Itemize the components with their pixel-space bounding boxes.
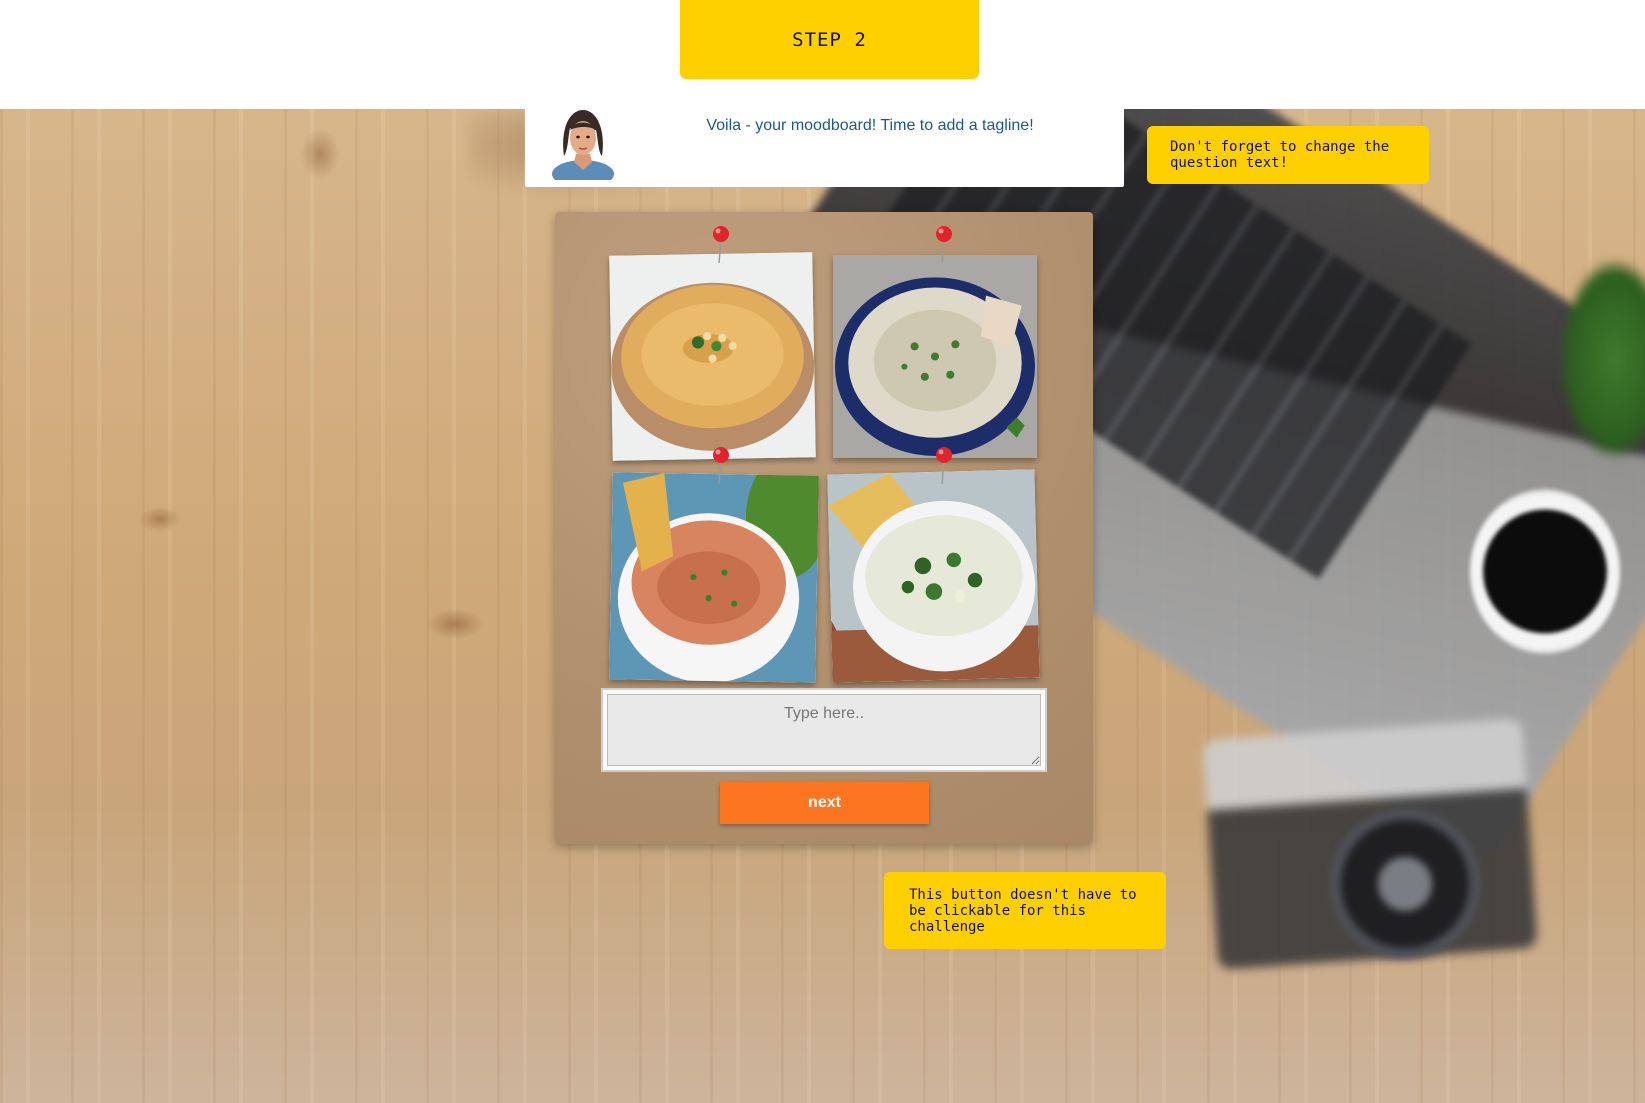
pin-icon bbox=[711, 446, 731, 486]
moodboard-photo-3 bbox=[609, 472, 819, 683]
tagline-input[interactable] bbox=[607, 694, 1041, 766]
next-button[interactable]: next bbox=[720, 782, 929, 824]
pin-icon bbox=[711, 225, 731, 265]
moodboard-photo-2 bbox=[833, 255, 1037, 458]
background-camera-lens bbox=[1330, 809, 1480, 959]
step-badge: STEP 2 bbox=[680, 0, 979, 79]
moodboard-photo-1 bbox=[609, 252, 816, 461]
chili-cheese-dip-photo-icon bbox=[609, 472, 819, 683]
spinach-artichoke-dip-photo-icon bbox=[827, 469, 1040, 683]
moodboard-photo-4 bbox=[827, 469, 1040, 683]
baba-ganoush-photo-icon bbox=[833, 255, 1037, 458]
button-hint-note: This button doesn't have to be clickable… bbox=[884, 872, 1166, 949]
hummus-photo-icon bbox=[609, 252, 816, 461]
tagline-field-frame bbox=[601, 688, 1047, 772]
pin-icon bbox=[934, 446, 954, 486]
background-plant bbox=[1560, 259, 1645, 459]
question-text-note: Don't forget to change the question text… bbox=[1147, 126, 1429, 184]
background-coffee-cup bbox=[1470, 489, 1620, 654]
pin-icon bbox=[934, 225, 954, 265]
chat-message: Voila - your moodboard! Time to add a ta… bbox=[706, 117, 1034, 134]
